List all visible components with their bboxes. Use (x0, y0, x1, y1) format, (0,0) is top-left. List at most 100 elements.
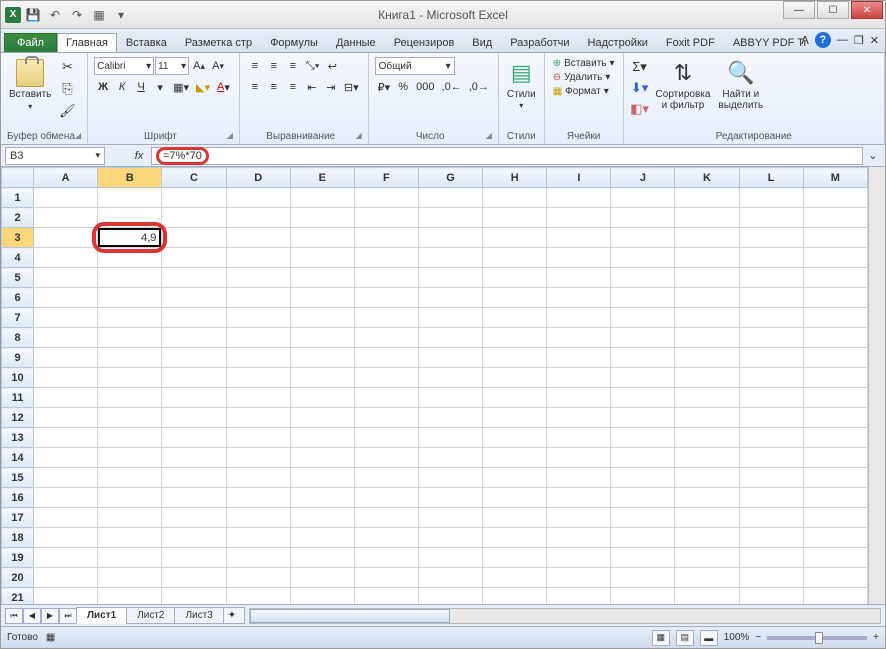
cell-H3[interactable] (483, 228, 547, 248)
comma-icon[interactable]: 000 (413, 78, 437, 96)
cell-M3[interactable] (803, 228, 867, 248)
cell-F5[interactable] (354, 268, 418, 288)
cell-L20[interactable] (739, 568, 803, 588)
cell-I19[interactable] (547, 548, 611, 568)
cell-H14[interactable] (483, 448, 547, 468)
indent-dec-icon[interactable]: ⇤ (303, 78, 321, 96)
cell-L2[interactable] (739, 208, 803, 228)
cell-K9[interactable] (675, 348, 739, 368)
cell-H13[interactable] (483, 428, 547, 448)
cell-D5[interactable] (226, 268, 290, 288)
cell-J13[interactable] (611, 428, 675, 448)
minimize-ribbon-icon[interactable]: ᐱ (801, 34, 809, 47)
cell-J9[interactable] (611, 348, 675, 368)
font-launcher-icon[interactable]: ◢ (227, 131, 233, 140)
cell-A5[interactable] (34, 268, 98, 288)
cell-K20[interactable] (675, 568, 739, 588)
row-header-11[interactable]: 11 (2, 388, 34, 408)
cell-B9[interactable] (98, 348, 162, 368)
cell-E10[interactable] (290, 368, 354, 388)
cell-I3[interactable] (547, 228, 611, 248)
tab-prev-icon[interactable]: ◀ (23, 608, 41, 624)
cell-L11[interactable] (739, 388, 803, 408)
formula-input[interactable]: =7%*70 (151, 147, 863, 165)
cell-H17[interactable] (483, 508, 547, 528)
expand-formula-icon[interactable]: ⌄ (865, 149, 881, 162)
cell-M5[interactable] (803, 268, 867, 288)
cell-J18[interactable] (611, 528, 675, 548)
cell-C1[interactable] (162, 188, 226, 208)
tab-data[interactable]: Данные (327, 33, 385, 52)
cell-A17[interactable] (34, 508, 98, 528)
cell-D12[interactable] (226, 408, 290, 428)
cell-B18[interactable] (98, 528, 162, 548)
cell-I12[interactable] (547, 408, 611, 428)
grow-font-icon[interactable]: A▴ (190, 57, 208, 75)
cell-A19[interactable] (34, 548, 98, 568)
zoom-slider[interactable] (767, 636, 867, 640)
cell-A11[interactable] (34, 388, 98, 408)
cell-G15[interactable] (418, 468, 482, 488)
cell-F19[interactable] (354, 548, 418, 568)
cell-E20[interactable] (290, 568, 354, 588)
cell-H9[interactable] (483, 348, 547, 368)
cell-C4[interactable] (162, 248, 226, 268)
align-middle-icon[interactable]: ≡ (265, 57, 283, 75)
row-header-13[interactable]: 13 (2, 428, 34, 448)
cell-F2[interactable] (354, 208, 418, 228)
cell-E9[interactable] (290, 348, 354, 368)
cell-A13[interactable] (34, 428, 98, 448)
cell-H19[interactable] (483, 548, 547, 568)
cell-A15[interactable] (34, 468, 98, 488)
cell-D2[interactable] (226, 208, 290, 228)
cell-A1[interactable] (34, 188, 98, 208)
cell-F17[interactable] (354, 508, 418, 528)
cell-L15[interactable] (739, 468, 803, 488)
cell-J2[interactable] (611, 208, 675, 228)
cell-M2[interactable] (803, 208, 867, 228)
cell-D20[interactable] (226, 568, 290, 588)
cell-M10[interactable] (803, 368, 867, 388)
cell-G18[interactable] (418, 528, 482, 548)
cell-I13[interactable] (547, 428, 611, 448)
cell-K16[interactable] (675, 488, 739, 508)
cell-M11[interactable] (803, 388, 867, 408)
help-icon[interactable]: ? (815, 32, 831, 48)
cell-K6[interactable] (675, 288, 739, 308)
cell-I15[interactable] (547, 468, 611, 488)
cell-F8[interactable] (354, 328, 418, 348)
orientation-icon[interactable]: ⤡▾ (303, 57, 322, 75)
cell-F7[interactable] (354, 308, 418, 328)
cell-G9[interactable] (418, 348, 482, 368)
wrap-text-icon[interactable]: ↩ (323, 57, 341, 75)
cell-B11[interactable] (98, 388, 162, 408)
number-launcher-icon[interactable]: ◢ (486, 131, 492, 140)
cell-M8[interactable] (803, 328, 867, 348)
cell-D6[interactable] (226, 288, 290, 308)
cell-K7[interactable] (675, 308, 739, 328)
font-name-select[interactable]: Calibri▾ (94, 57, 154, 75)
cell-E3[interactable] (290, 228, 354, 248)
cell-J12[interactable] (611, 408, 675, 428)
cell-A12[interactable] (34, 408, 98, 428)
cell-B6[interactable] (98, 288, 162, 308)
border-button[interactable]: ▦▾ (170, 78, 192, 96)
grid[interactable]: ABCDEFGHIJKLM1234,9456789101112131415161… (1, 167, 868, 604)
zoom-in-icon[interactable]: + (873, 632, 879, 643)
col-header-D[interactable]: D (226, 168, 290, 188)
align-top-icon[interactable]: ≡ (246, 57, 264, 75)
cell-L5[interactable] (739, 268, 803, 288)
tab-last-icon[interactable]: ⏭ (59, 608, 77, 624)
cell-B8[interactable] (98, 328, 162, 348)
align-left-icon[interactable]: ≡ (246, 78, 264, 96)
row-header-14[interactable]: 14 (2, 448, 34, 468)
row-header-1[interactable]: 1 (2, 188, 34, 208)
cell-L21[interactable] (739, 588, 803, 605)
cell-C7[interactable] (162, 308, 226, 328)
cell-F10[interactable] (354, 368, 418, 388)
col-header-J[interactable]: J (611, 168, 675, 188)
cell-B7[interactable] (98, 308, 162, 328)
col-header-F[interactable]: F (354, 168, 418, 188)
cell-B5[interactable] (98, 268, 162, 288)
cell-M13[interactable] (803, 428, 867, 448)
